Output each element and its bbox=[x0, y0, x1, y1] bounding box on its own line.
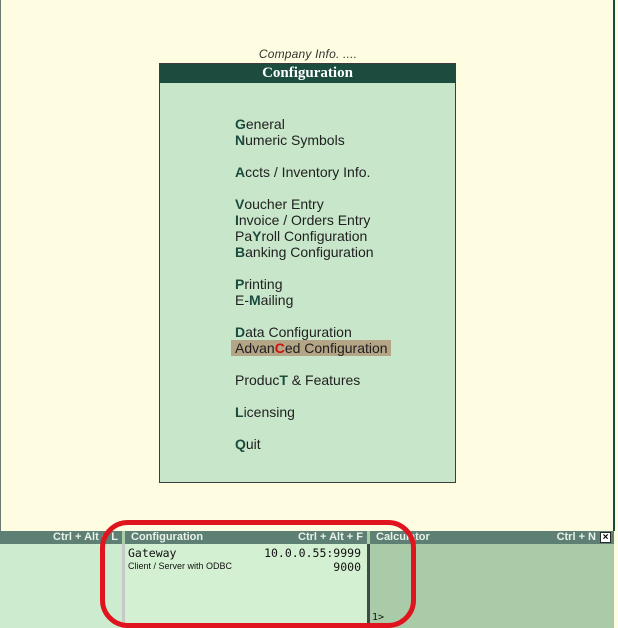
menu-item-numeric-symbols[interactable]: Numeric Symbols bbox=[235, 132, 345, 148]
menu-item-invoice-orders-entry[interactable]: Invoice / Orders Entry bbox=[235, 212, 370, 228]
configuration-menu: Configuration General Numeric Symbols Ac… bbox=[159, 63, 456, 483]
menu-item-general[interactable]: General bbox=[235, 116, 285, 132]
menu-item-printing[interactable]: Printing bbox=[235, 276, 282, 292]
menu-item-voucher-entry[interactable]: Voucher Entry bbox=[235, 196, 324, 212]
hotkey: T bbox=[279, 372, 288, 388]
menu-item-licensing[interactable]: Licensing bbox=[235, 404, 295, 420]
breadcrumb: Company Info. .... bbox=[258, 47, 358, 61]
hotkey: P bbox=[235, 276, 245, 292]
hotkey: V bbox=[235, 196, 245, 212]
hotkey: N bbox=[235, 132, 246, 148]
calculator-panel-shortcut: Ctrl + N bbox=[556, 531, 596, 543]
menu-item-quit[interactable]: Quit bbox=[235, 436, 261, 452]
hotkey: G bbox=[235, 116, 246, 132]
hotkey: D bbox=[235, 324, 246, 340]
hotkey: M bbox=[249, 292, 261, 308]
hotkey: L bbox=[235, 404, 244, 420]
menu-item-advanced-configuration[interactable]: AdvanCed Configuration bbox=[231, 340, 391, 356]
hotkey: C bbox=[274, 340, 285, 356]
menu-item-accts-inventory-info[interactable]: Accts / Inventory Info. bbox=[235, 164, 370, 180]
hotkey: B bbox=[235, 244, 246, 260]
screen-left-border bbox=[0, 0, 1, 531]
highlight-annotation bbox=[100, 520, 416, 628]
menu-item-product-features[interactable]: ProducT & Features bbox=[235, 372, 360, 388]
menu-item-payroll-configuration[interactable]: PaYroll Configuration bbox=[235, 228, 367, 244]
menu-item-banking-configuration[interactable]: Banking Configuration bbox=[235, 244, 374, 260]
screen-right-border bbox=[613, 0, 615, 531]
hotkey: A bbox=[235, 164, 246, 180]
menu-title: Configuration bbox=[160, 64, 455, 83]
hotkey: Q bbox=[235, 436, 246, 452]
menu-item-e-mailing[interactable]: E-Mailing bbox=[235, 292, 293, 308]
menu-item-data-configuration[interactable]: Data Configuration bbox=[235, 324, 352, 340]
close-icon[interactable]: × bbox=[600, 532, 611, 543]
